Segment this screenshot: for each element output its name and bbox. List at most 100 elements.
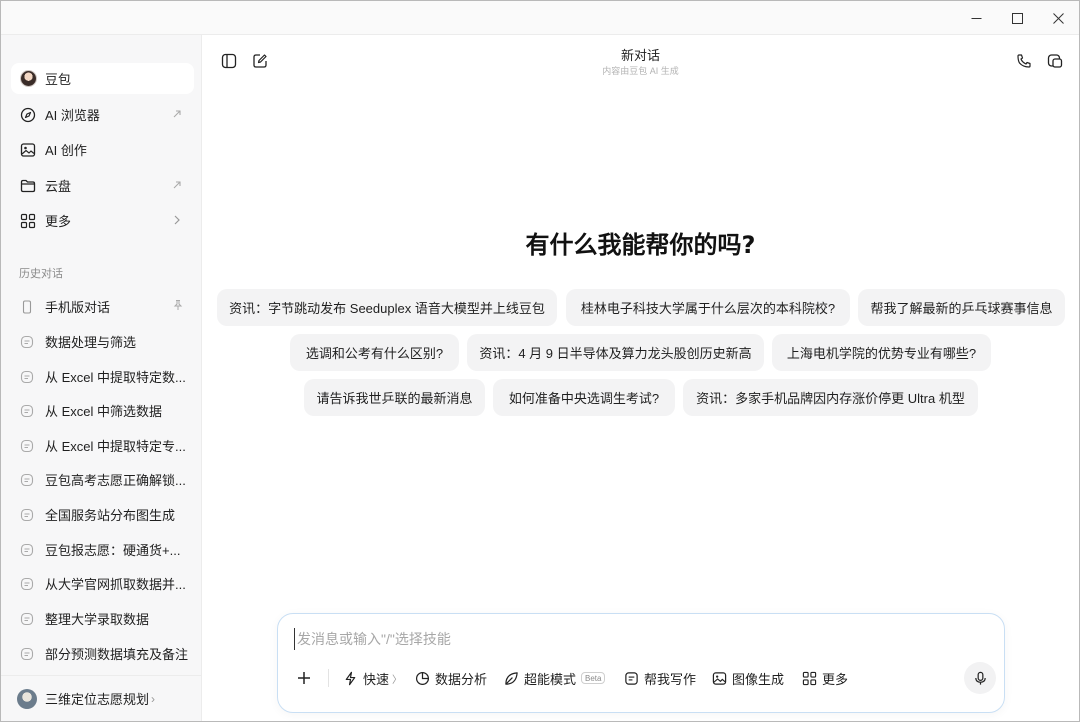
nav-ai-browser[interactable]: AI 浏览器: [11, 99, 194, 130]
chat-icon: [19, 438, 35, 454]
nav-label: 云盘: [45, 179, 72, 194]
chat-icon: [19, 542, 35, 558]
history-label: 数据处理与筛选: [45, 335, 137, 350]
tool-label: 帮我写作: [644, 671, 697, 687]
profile-name: 三维定位志愿规划: [45, 692, 150, 707]
doubao-avatar-icon: [19, 70, 37, 88]
suggestion-chip[interactable]: 如何准备中央选调生考试?: [493, 379, 675, 416]
user-profile[interactable]: 三维定位志愿规划 ›: [1, 675, 201, 721]
grid-icon: [19, 212, 37, 230]
maximize-button[interactable]: [998, 1, 1036, 35]
avatar: [17, 688, 37, 709]
tool-label: 快速: [363, 671, 390, 687]
nav-label: AI 浏览器: [45, 108, 100, 123]
sidebar: 豆包 AI 浏览器 AI 创作 云盘 更多 历史对话 手机版对话 数据处理与筛选…: [1, 35, 202, 721]
nav-label: 更多: [45, 214, 72, 229]
history-item[interactable]: 数据处理与筛选: [11, 326, 194, 357]
close-button[interactable]: [1039, 1, 1077, 35]
suggestion-chip[interactable]: 资讯：字节跳动发布 Seeduplex 语音大模型并上线豆包: [217, 289, 557, 326]
voice-input-button[interactable]: [964, 662, 996, 694]
history-item[interactable]: 从 Excel 中筛选数据: [11, 395, 194, 426]
history-section-title: 历史对话: [19, 268, 63, 280]
minimize-icon: [971, 17, 981, 19]
maximize-icon: [1011, 12, 1023, 24]
history-item[interactable]: 豆包报志愿：硬通货+...: [11, 534, 194, 565]
message-input[interactable]: [294, 628, 984, 650]
plus-icon: [298, 672, 310, 684]
tool-label: 图像生成: [732, 671, 785, 687]
lightning-icon: [342, 670, 358, 686]
history-item[interactable]: 从大学官网抓取数据并...: [11, 568, 194, 599]
history-label: 部分预测数据填充及备注: [45, 647, 189, 662]
folder-icon: [19, 177, 37, 195]
chat-title: 新对话: [620, 48, 660, 63]
history-label: 从大学官网抓取数据并...: [45, 577, 186, 592]
nav-ai-create[interactable]: AI 创作: [11, 134, 194, 165]
doc-icon: [623, 670, 639, 686]
suggestion-chip[interactable]: 资讯：多家手机品牌因内存涨价停更 Ultra 机型: [683, 379, 978, 416]
minimize-button[interactable]: [957, 1, 995, 35]
pin-icon[interactable]: [172, 299, 184, 314]
tool-label: 更多: [822, 671, 849, 687]
message-composer: 快速 〉 数据分析 超能模式 Beta 帮我写作 图像生成: [277, 613, 1005, 713]
call-button[interactable]: [1014, 51, 1034, 71]
main-panel: 新对话 内容由豆包 AI 生成 有什么我能帮你的吗? 资讯：字节跳动发布 See…: [202, 35, 1079, 721]
history-label: 从 Excel 中提取特定数...: [45, 370, 186, 385]
history-item[interactable]: 手机版对话: [11, 291, 194, 322]
suggestion-chip[interactable]: 选调和公考有什么区别?: [290, 334, 459, 371]
chat-icon: [19, 507, 35, 523]
history-label: 从 Excel 中筛选数据: [45, 404, 163, 419]
phone-call-icon: [1017, 54, 1031, 68]
writing-button[interactable]: 帮我写作: [623, 667, 696, 689]
image-icon: [711, 670, 727, 686]
history-label: 手机版对话: [45, 300, 111, 315]
history-item[interactable]: 整理大学录取数据: [11, 603, 194, 634]
close-icon: [1052, 12, 1064, 24]
attach-button[interactable]: [296, 667, 312, 689]
chat-icon: [19, 646, 35, 662]
history-label: 全国服务站分布图生成: [45, 508, 176, 523]
nav-cloud-disk[interactable]: 云盘: [11, 170, 194, 201]
history-item[interactable]: 部分预测数据填充及备注: [11, 638, 194, 669]
title-bar: [1, 1, 1079, 35]
history-label: 从 Excel 中提取特定专...: [45, 439, 186, 454]
leaf-icon: [503, 670, 519, 686]
chat-icon: [19, 334, 35, 350]
tool-label: 超能模式: [524, 671, 577, 687]
super-mode-button[interactable]: 超能模式 Beta: [503, 667, 606, 689]
tool-label: 数据分析: [435, 671, 488, 687]
history-item[interactable]: 从 Excel 中提取特定数...: [11, 361, 194, 392]
profile-chevron: ›: [151, 691, 156, 706]
window-mode-button[interactable]: [1045, 51, 1065, 71]
chat-icon: [19, 472, 35, 488]
history-item[interactable]: 全国服务站分布图生成: [11, 499, 194, 530]
nav-label: AI 创作: [45, 143, 87, 158]
quick-mode-button[interactable]: 快速 〉: [342, 667, 402, 689]
nav-more[interactable]: 更多: [11, 205, 194, 236]
grid-icon: [801, 670, 817, 686]
external-arrow-icon: [170, 107, 184, 121]
suggestion-chip[interactable]: 帮我了解最新的乒乓球赛事信息: [858, 289, 1065, 326]
external-arrow-icon: [170, 178, 184, 192]
history-label: 豆包高考志愿正确解锁...: [45, 473, 186, 488]
nav-label: 豆包: [45, 72, 72, 87]
chevron-right-icon: 〉: [392, 674, 403, 686]
app-window: 豆包 AI 浏览器 AI 创作 云盘 更多 历史对话 手机版对话 数据处理与筛选…: [0, 0, 1080, 722]
suggestion-chip[interactable]: 桂林电子科技大学属于什么层次的本科院校?: [566, 289, 850, 326]
welcome-headline: 有什么我能帮你的吗?: [525, 231, 756, 259]
beta-badge: Beta: [581, 672, 606, 684]
data-analysis-button[interactable]: 数据分析: [414, 667, 487, 689]
nav-doubao[interactable]: 豆包: [11, 63, 194, 94]
image-icon: [19, 141, 37, 159]
compass-icon: [19, 106, 37, 124]
history-item[interactable]: 豆包高考志愿正确解锁...: [11, 464, 194, 495]
suggestion-chip[interactable]: 资讯：4 月 9 日半导体及算力龙头股创历史新高: [467, 334, 764, 371]
suggestion-chip[interactable]: 上海电机学院的优势专业有哪些?: [772, 334, 991, 371]
more-tools-button[interactable]: 更多: [801, 667, 848, 689]
picture-in-picture-icon: [1047, 54, 1063, 68]
microphone-icon: [974, 671, 986, 685]
history-item[interactable]: 从 Excel 中提取特定专...: [11, 430, 194, 461]
chat-icon: [19, 611, 35, 627]
image-generation-button[interactable]: 图像生成: [711, 667, 784, 689]
suggestion-chip[interactable]: 请告诉我世乒联的最新消息: [304, 379, 485, 416]
